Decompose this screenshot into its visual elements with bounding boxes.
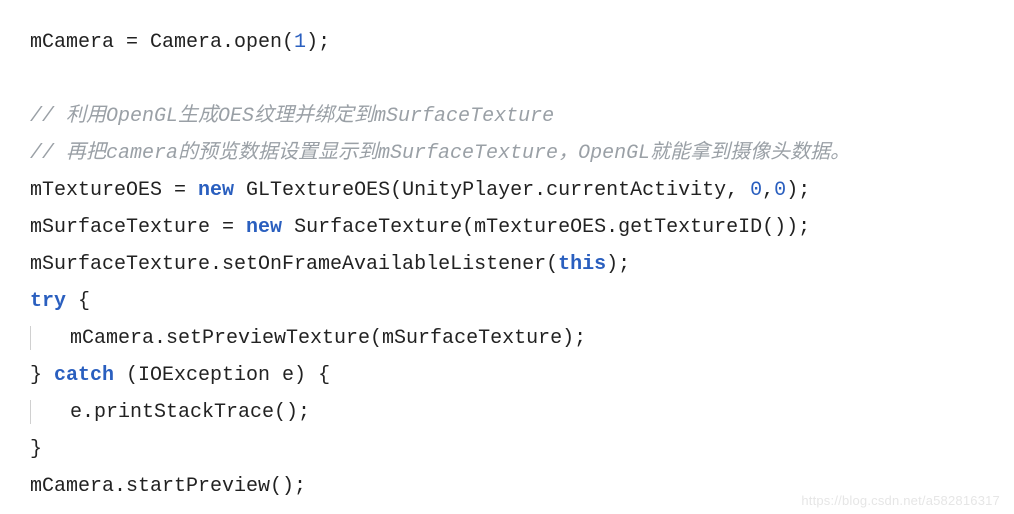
line-9: mCamera.setPreviewTexture(mSurfaceTextur…: [30, 327, 586, 350]
line-11: e.printStackTrace();: [30, 401, 310, 424]
code-block: mCamera = Camera.open(1); // 利用OpenGL生成O…: [0, 0, 1014, 514]
line-6: mSurfaceTexture = new SurfaceTexture(mTe…: [30, 216, 810, 239]
t: SurfaceTexture(mTextureOES.getTextureID(…: [282, 216, 810, 239]
t: }: [30, 364, 54, 387]
t: );: [606, 253, 630, 276]
comment-2: // 再把camera的预览数据设置显示到mSurfaceTexture，Ope…: [30, 142, 850, 165]
line-13: mCamera.startPreview();: [30, 475, 306, 498]
t: 生成: [178, 105, 218, 128]
indent-guide: [30, 326, 32, 350]
t: OpenGL: [578, 142, 650, 165]
t: // 利用: [30, 105, 106, 128]
t: );: [306, 31, 330, 54]
number-literal: 0: [750, 179, 762, 202]
kw-new: new: [246, 216, 282, 239]
t: (IOException e) {: [114, 364, 330, 387]
t: 的预览数据设置显示到: [178, 142, 378, 165]
t: mCamera = Camera.open(: [30, 31, 294, 54]
kw-try: try: [30, 290, 66, 313]
number-literal: 0: [774, 179, 786, 202]
t: mSurfaceTexture: [378, 142, 558, 165]
t: e.printStackTrace();: [70, 401, 310, 424]
line-8: try {: [30, 290, 90, 313]
t: mCamera.setPreviewTexture(mSurfaceTextur…: [70, 327, 586, 350]
line-10: } catch (IOException e) {: [30, 364, 330, 387]
t: mSurfaceTexture =: [30, 216, 246, 239]
t: ,: [762, 179, 774, 202]
t: // 再把: [30, 142, 106, 165]
t: {: [66, 290, 90, 313]
line-1: mCamera = Camera.open(1);: [30, 31, 330, 54]
line-7: mSurfaceTexture.setOnFrameAvailableListe…: [30, 253, 630, 276]
number-literal: 1: [294, 31, 306, 54]
t: );: [786, 179, 810, 202]
indent-guide: [30, 400, 32, 424]
t: OpenGL: [106, 105, 178, 128]
watermark: https://blog.csdn.net/a582816317: [801, 493, 1000, 508]
line-12: }: [30, 438, 42, 461]
t: ，: [558, 142, 578, 165]
kw-catch: catch: [54, 364, 114, 387]
t: camera: [106, 142, 178, 165]
t: 纹理并绑定到: [254, 105, 374, 128]
kw-new: new: [198, 179, 234, 202]
t: mSurfaceTexture.setOnFrameAvailableListe…: [30, 253, 558, 276]
t: 就能拿到摄像头数据。: [650, 142, 850, 165]
t: mTextureOES =: [30, 179, 198, 202]
comment-1: // 利用OpenGL生成OES纹理并绑定到mSurfaceTexture: [30, 105, 554, 128]
kw-this: this: [558, 253, 606, 276]
line-5: mTextureOES = new GLTextureOES(UnityPlay…: [30, 179, 810, 202]
t: mSurfaceTexture: [374, 105, 554, 128]
t: GLTextureOES(UnityPlayer.currentActivity…: [234, 179, 750, 202]
t: OES: [218, 105, 254, 128]
